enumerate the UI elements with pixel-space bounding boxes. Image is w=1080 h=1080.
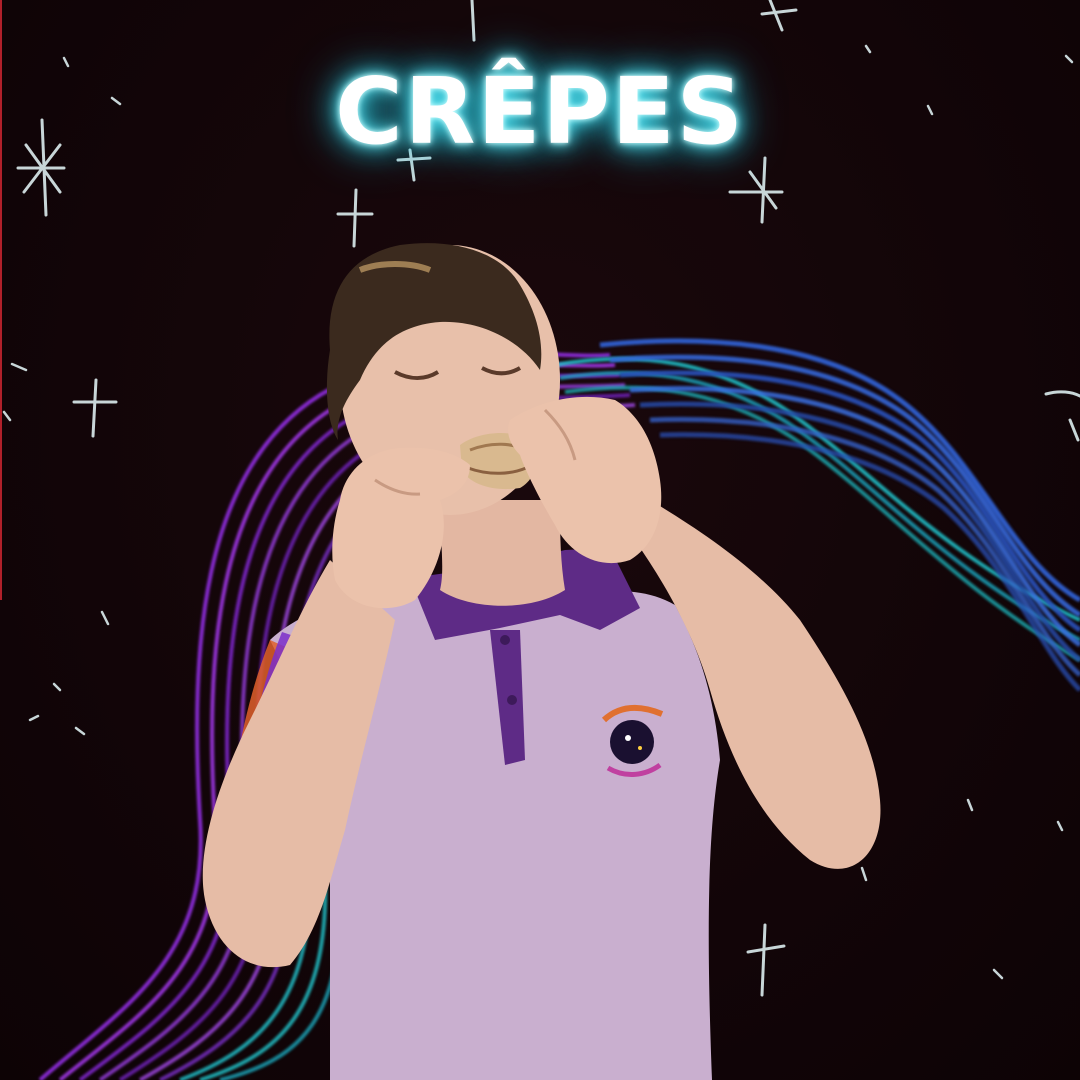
poster-title: CRÊPES xyxy=(335,58,745,165)
crepes-poster: CRÊPES xyxy=(0,0,1080,1080)
